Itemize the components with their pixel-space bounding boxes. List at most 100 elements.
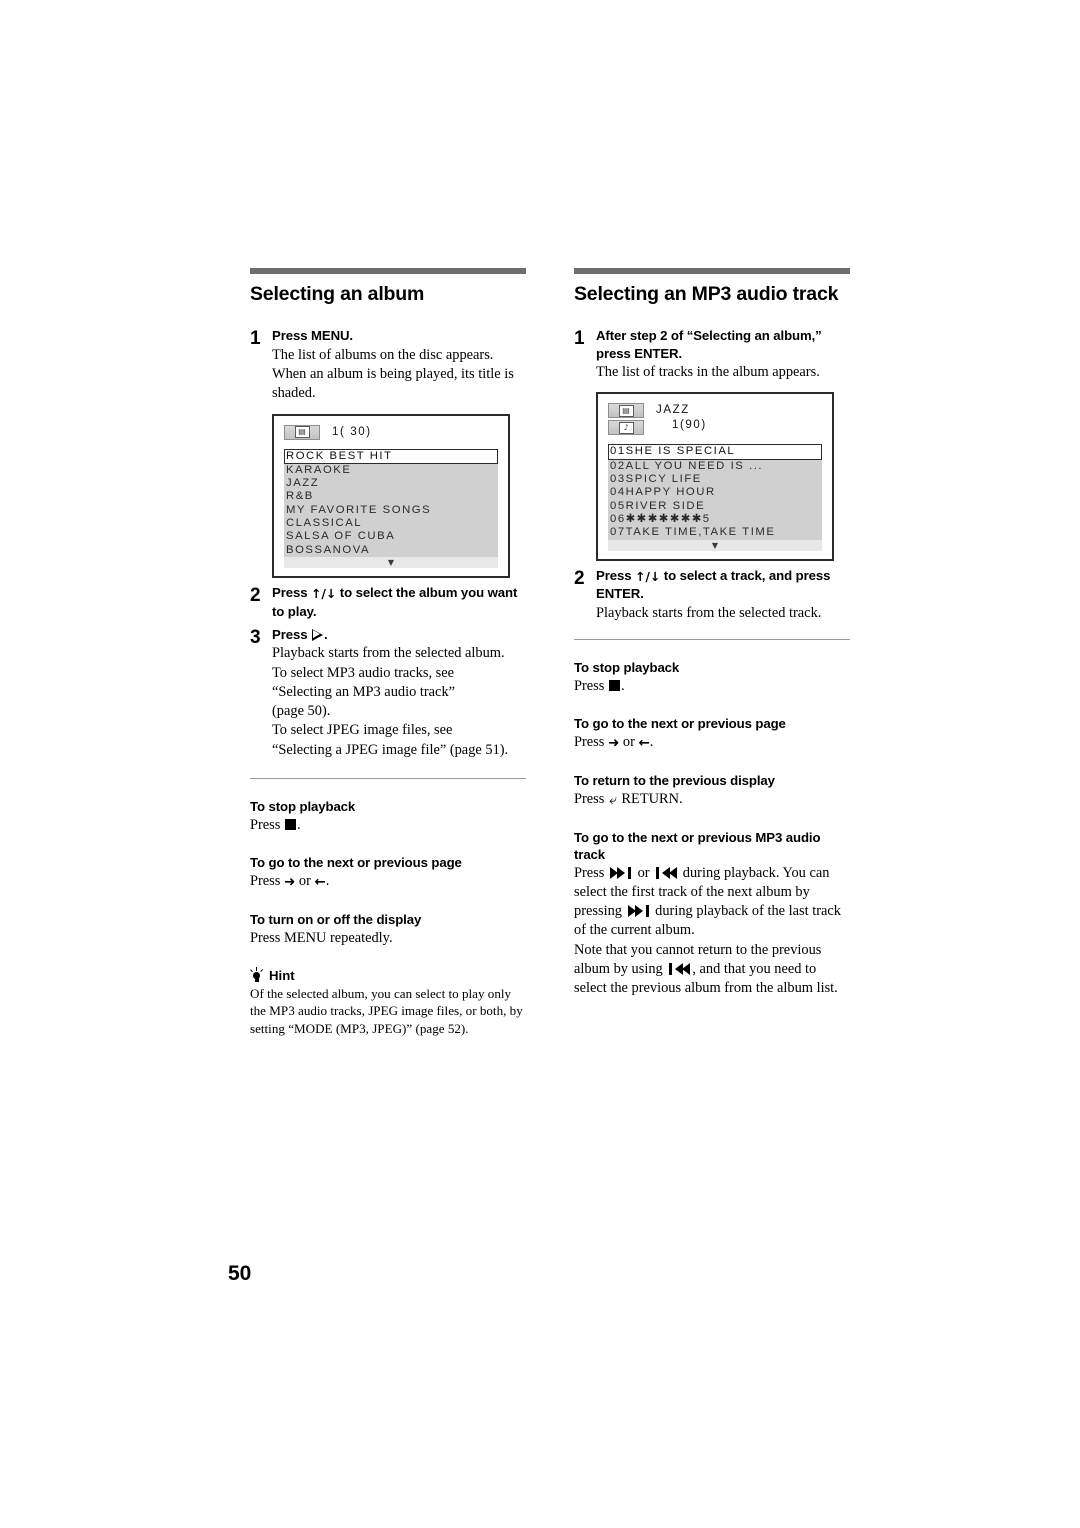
step-description: Playback starts from the selected track.: [596, 604, 822, 621]
subheading-stop-playback: To stop playback: [250, 798, 356, 814]
list-item[interactable]: 05RIVER SIDE: [608, 500, 822, 513]
body-mid: or: [295, 873, 315, 890]
step-number: 3: [250, 627, 261, 649]
lightbulb-icon: [250, 967, 264, 983]
subheading-next-prev-page: To go to the next or previous page: [250, 855, 462, 871]
body-post: RETURN.: [617, 790, 683, 807]
step-1-left: 1 Press MENU. The list of albums on the …: [250, 327, 526, 403]
divider: [250, 777, 526, 779]
list-item[interactable]: 03SPICY LIFE: [608, 473, 822, 486]
list-item[interactable]: CLASSICAL: [284, 517, 498, 530]
step-line: “Selecting an MP3 audio track”: [272, 683, 456, 700]
scroll-down-indicator-icon[interactable]: ▼: [284, 557, 498, 569]
list-item[interactable]: JAZZ: [284, 477, 498, 490]
display-header: ▤ ♪ JAZZ 1(90): [608, 403, 822, 436]
up-down-arrow-icon: ↑/↓: [311, 586, 337, 602]
list-item[interactable]: BOSSANOVA: [284, 544, 498, 557]
step-number: 2: [250, 585, 261, 607]
display-icon-group: ▤: [284, 424, 320, 440]
hint-text: Of the selected album, you can select to…: [250, 985, 523, 1036]
step-line: Playback starts from the selected album.: [272, 645, 505, 662]
subheading-next-prev-page: To go to the next or previous page: [574, 716, 786, 732]
track-index-label: 1(90): [672, 418, 707, 431]
list-item[interactable]: 04HAPPY HOUR: [608, 486, 822, 499]
step-line: To select MP3 audio tracks, see: [272, 664, 455, 681]
stop-square-icon: [284, 818, 296, 830]
step-line: “Selecting a JPEG image file” (page 51).: [272, 741, 509, 758]
album-folder-glyph: ▤: [294, 426, 310, 438]
list-item[interactable]: 02ALL YOU NEED IS ...: [608, 460, 822, 473]
step-number: 2: [574, 567, 585, 589]
two-column-layout: Selecting an album 1 Press MENU. The lis…: [250, 268, 850, 1037]
step-description: The list of tracks in the album appears.: [596, 364, 820, 381]
body-pre: Press: [574, 678, 608, 695]
track-list-display: ▤ ♪ JAZZ 1(90) 01SHE IS SPECIAL 02ALL YO…: [596, 392, 834, 561]
step-heading: Press ↑/↓ to select a track, and press E…: [596, 567, 850, 603]
step-heading-pre: Press: [596, 567, 635, 583]
body-pre: Press: [574, 790, 608, 807]
step-heading: After step 2 of “Selecting an album,” pr…: [596, 328, 822, 361]
divider: [574, 638, 850, 640]
right-arrow-icon: ➜: [283, 874, 296, 891]
left-column: Selecting an album 1 Press MENU. The lis…: [250, 268, 526, 1037]
skip-next-icon: [609, 866, 632, 879]
display-meta: JAZZ 1(90): [656, 403, 707, 431]
step-3-left: 3 Press . Playback starts from the selec…: [250, 626, 526, 760]
body-next-prev-page: Press ➜ or ←.: [574, 733, 850, 752]
display-icon-group: ▤ ♪: [608, 403, 644, 436]
list-item[interactable]: 01SHE IS SPECIAL: [608, 444, 822, 460]
list-item[interactable]: ROCK BEST HIT: [284, 448, 498, 464]
list-item[interactable]: KARAOKE: [284, 464, 498, 477]
skip-previous-icon: [655, 866, 678, 879]
body-post: .: [325, 873, 330, 890]
hint-label: Hint: [269, 967, 295, 983]
body-post: .: [620, 678, 625, 695]
body-stop-playback: Press .: [574, 677, 850, 696]
right-column: Selecting an MP3 audio track 1 After ste…: [574, 268, 850, 1037]
subheading-stop-playback: To stop playback: [574, 659, 680, 675]
list-item[interactable]: MY FAVORITE SONGS: [284, 504, 498, 517]
step-2-right: 2 Press ↑/↓ to select a track, and press…: [574, 567, 850, 623]
step-heading-pre: Press: [272, 627, 311, 643]
display-header: ▤ 1( 30): [284, 424, 498, 440]
page-title-right: Selecting an MP3 audio track: [574, 283, 839, 305]
play-triangle-icon: [312, 629, 323, 642]
album-folder-glyph: ▤: [618, 404, 634, 417]
subheading-toggle-display: To turn on or off the display: [250, 911, 422, 927]
album-index-label: 1( 30): [332, 425, 372, 438]
subheading-return-previous-display: To return to the previous display: [574, 772, 775, 788]
left-arrow-icon: ←: [314, 874, 326, 891]
step-number: 1: [250, 328, 261, 350]
body-return-previous-display: Press ⤷ RETURN.: [574, 790, 850, 810]
skip-next-icon: [627, 905, 650, 918]
body-pre: Press: [574, 734, 608, 751]
skip-previous-icon: [668, 962, 691, 975]
album-list: ROCK BEST HIT KARAOKE JAZZ R&B MY FAVORI…: [284, 448, 498, 569]
body-post: .: [296, 816, 301, 833]
step-number: 1: [574, 328, 585, 350]
return-arrow-icon: ⤷: [608, 791, 617, 808]
list-item[interactable]: 07TAKE TIME,TAKE TIME: [608, 526, 822, 539]
list-item[interactable]: R&B: [284, 490, 498, 503]
body-next-prev-page: Press ➜ or ←.: [250, 872, 526, 891]
list-item[interactable]: 06✱✱✱✱✱✱✱5: [608, 513, 822, 526]
section-rule: [574, 268, 850, 274]
album-name-label: JAZZ: [656, 404, 690, 417]
body-pre: Press: [250, 816, 284, 833]
album-list-display: ▤ 1( 30) ROCK BEST HIT KARAOKE JAZZ R&B …: [272, 413, 510, 579]
page-title-left: Selecting an album: [250, 283, 425, 305]
body-stop-playback: Press .: [250, 816, 526, 835]
body-mid: or: [619, 734, 639, 751]
scroll-down-indicator-icon[interactable]: ▼: [608, 539, 822, 551]
body-pre: Press: [250, 873, 284, 890]
music-note-glyph: ♪: [618, 421, 634, 434]
document-page: Selecting an album 1 Press MENU. The lis…: [0, 0, 1080, 1528]
step-1-right: 1 After step 2 of “Selecting an album,” …: [574, 327, 850, 382]
step-line: To select JPEG image files, see: [272, 722, 453, 739]
step-description: Playback starts from the selected album.…: [272, 644, 526, 759]
list-item[interactable]: SALSA OF CUBA: [284, 530, 498, 543]
step-line: (page 50).: [272, 703, 331, 720]
music-note-icon: ♪: [608, 420, 644, 436]
subheading-next-prev-track: To go to the next or previous MP3 audio …: [574, 829, 821, 862]
track-list: 01SHE IS SPECIAL 02ALL YOU NEED IS ... 0…: [608, 444, 822, 551]
